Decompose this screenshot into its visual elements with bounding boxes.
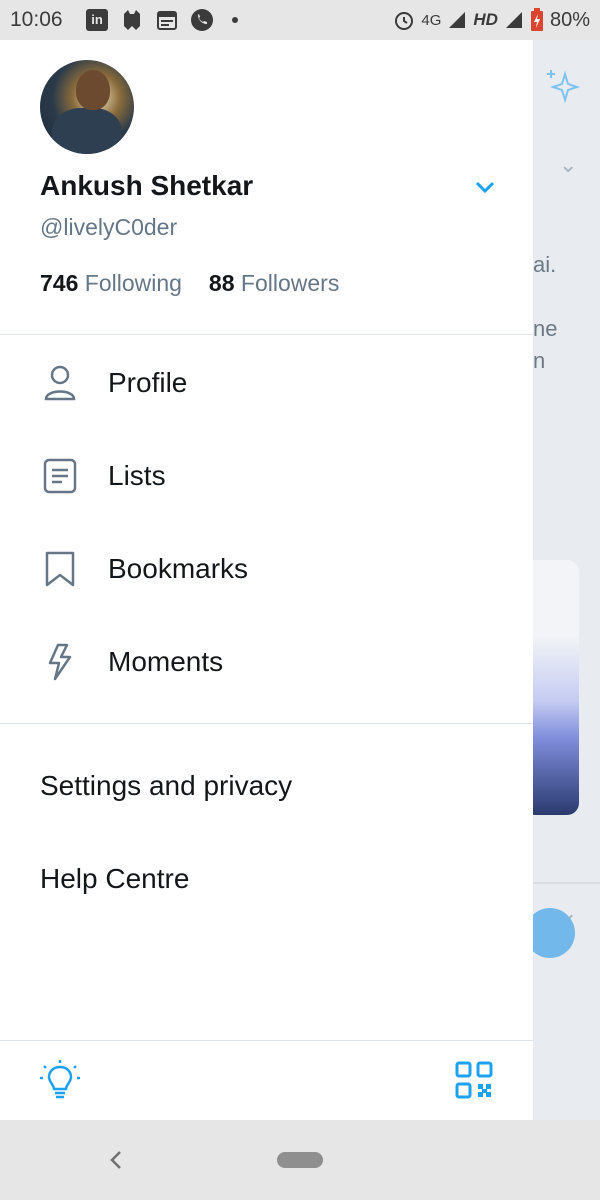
help-centre-link[interactable]: Help Centre — [40, 863, 189, 895]
feed-text: n — [533, 348, 546, 373]
profile-handle: @livelyC0der — [40, 214, 178, 240]
calendar-icon — [157, 11, 177, 30]
following-stat[interactable]: 746 Following — [40, 270, 182, 297]
battery-icon — [530, 8, 543, 31]
menu-item-lists[interactable]: Lists — [0, 436, 533, 516]
avatar[interactable] — [40, 60, 134, 154]
menu-item-moments[interactable]: Moments — [0, 622, 533, 702]
feed-text: ai. — [533, 252, 557, 277]
hd-label: HD — [473, 10, 498, 29]
ghost-app-icon — [124, 10, 140, 30]
followers-stat[interactable]: 88 Followers — [209, 270, 339, 297]
divider — [0, 723, 533, 724]
battery-percent: 80% — [549, 8, 590, 31]
person-icon — [40, 363, 80, 403]
feed-divider — [533, 882, 600, 884]
menu-item-label: Bookmarks — [108, 553, 249, 584]
feed-media-card[interactable] — [533, 560, 579, 815]
feed-chevron-icon[interactable]: ⌄ — [559, 152, 577, 178]
lightning-icon — [40, 642, 80, 682]
profile-name[interactable]: Ankush Shetkar — [40, 170, 253, 202]
menu-item-label: Moments — [108, 646, 224, 677]
status-time: 10:06 — [10, 8, 63, 31]
navigation-drawer: Ankush Shetkar @livelyC0der 746 Followin… — [0, 40, 533, 1120]
followers-count: 88 — [208, 270, 235, 296]
drawer-bottom-bar — [0, 1040, 533, 1120]
following-label: Following — [84, 270, 182, 296]
menu-item-bookmarks[interactable]: Bookmarks — [0, 529, 533, 609]
lightbulb-icon[interactable] — [38, 1058, 82, 1102]
menu-item-label: Profile — [108, 367, 188, 398]
compose-fab[interactable] — [533, 908, 575, 958]
menu-item-label: Lists — [108, 460, 166, 491]
more-notifications-dot — [232, 17, 238, 23]
follow-stats: 746 Following 88 Followers — [40, 270, 339, 297]
list-icon — [40, 456, 80, 496]
following-count: 746 — [40, 270, 79, 296]
followers-label: Followers — [240, 270, 340, 296]
status-bar: 10:06 in 4G HD 80% — [0, 0, 600, 40]
settings-and-privacy-link[interactable]: Settings and privacy — [40, 770, 292, 802]
divider — [0, 334, 533, 335]
system-navigation-bar — [0, 1120, 600, 1200]
status-right: 4G HD 80% — [393, 8, 590, 32]
linkedin-icon: in — [86, 9, 108, 31]
whatsapp-icon — [191, 9, 213, 31]
back-icon[interactable] — [106, 1148, 126, 1172]
alarm-icon — [395, 12, 414, 30]
notification-icons: in — [86, 8, 238, 32]
signal-icon — [449, 12, 466, 28]
feed-text: ne — [533, 316, 558, 341]
sparkle-icon[interactable] — [541, 66, 581, 106]
qr-code-icon[interactable] — [455, 1061, 493, 1099]
account-switch-chevron-icon[interactable] — [472, 174, 498, 200]
avatar-face — [76, 70, 110, 110]
network-type: 4G — [421, 11, 442, 29]
menu-item-profile[interactable]: Profile — [0, 343, 533, 423]
background-feed: ⌄ ai. ne n ⌄ — [533, 40, 600, 1120]
signal-icon-2 — [505, 12, 522, 28]
bookmark-icon — [40, 549, 80, 589]
avatar-body — [52, 108, 122, 154]
home-pill-button[interactable] — [277, 1152, 323, 1168]
